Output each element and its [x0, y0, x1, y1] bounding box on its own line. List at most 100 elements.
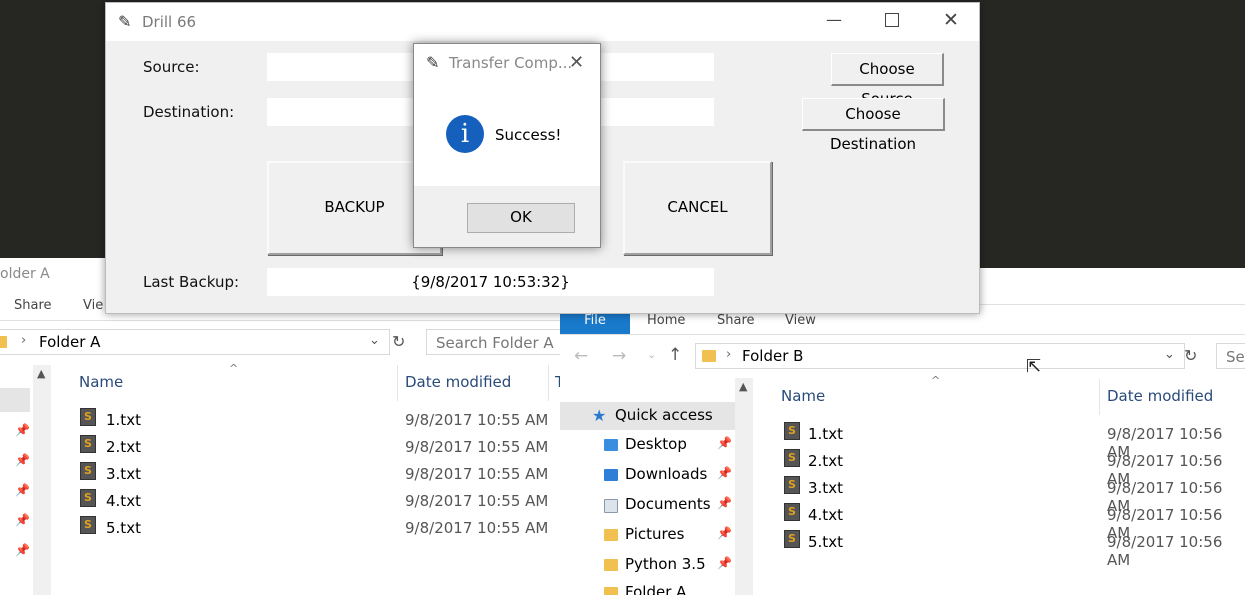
- file-row[interactable]: S 3.txt 9/8/2017 10:56 AM: [784, 476, 1245, 515]
- folder-icon: [604, 587, 618, 595]
- maximize-icon[interactable]: [885, 13, 899, 27]
- pin-icon[interactable]: 📌: [15, 543, 30, 557]
- feather-icon: ✎: [118, 12, 132, 31]
- refresh-icon[interactable]: ↻: [1184, 346, 1197, 365]
- file-name: 3.txt: [106, 465, 141, 483]
- minimize-icon[interactable]: —: [826, 10, 842, 29]
- file-row[interactable]: S 5.txt 9/8/2017 10:55 AM: [80, 516, 560, 543]
- pin-icon[interactable]: 📌: [15, 453, 30, 467]
- pin-icon[interactable]: 📌: [717, 526, 732, 540]
- chevron-down-icon[interactable]: ⌄: [369, 333, 380, 348]
- pin-icon[interactable]: 📌: [15, 513, 30, 527]
- file-row[interactable]: S 2.txt 9/8/2017 10:55 AM: [80, 435, 560, 462]
- column-divider[interactable]: [397, 365, 398, 401]
- pin-icon[interactable]: 📌: [717, 436, 732, 450]
- file-row[interactable]: S 2.txt 9/8/2017 10:56 AM: [784, 449, 1245, 488]
- search-input[interactable]: Sea: [1216, 343, 1245, 369]
- sublime-text-file-icon: S: [784, 476, 800, 494]
- back-arrow-icon[interactable]: ←: [574, 346, 588, 366]
- cancel-button[interactable]: CANCEL: [623, 161, 772, 255]
- title-bar[interactable]: [106, 3, 979, 41]
- file-name: 1.txt: [106, 411, 141, 429]
- close-icon[interactable]: ✕: [569, 52, 584, 73]
- up-arrow-icon[interactable]: ↑: [668, 345, 682, 365]
- sublime-text-file-icon: S: [80, 408, 96, 426]
- file-row[interactable]: S 1.txt 9/8/2017 10:56 AM: [784, 422, 1245, 461]
- search-placeholder: Sea: [1226, 348, 1245, 366]
- sublime-text-file-icon: S: [784, 422, 800, 440]
- tab-share[interactable]: Share: [14, 298, 52, 313]
- file-row[interactable]: S 1.txt 9/8/2017 10:55 AM: [80, 408, 560, 435]
- sublime-text-file-icon: S: [784, 530, 800, 548]
- file-name: 5.txt: [808, 533, 843, 551]
- sublime-text-file-icon: S: [80, 489, 96, 507]
- ribbon-divider: [0, 320, 560, 321]
- column-divider[interactable]: [548, 365, 549, 401]
- pin-icon[interactable]: 📌: [15, 483, 30, 497]
- destination-label: Destination:: [143, 103, 235, 121]
- nav-scrollbar[interactable]: ▲: [33, 365, 51, 595]
- window-title: older A: [0, 266, 50, 282]
- file-name: 2.txt: [808, 452, 843, 470]
- nav-selected-item[interactable]: [0, 388, 30, 412]
- nav-item-label: Pictures: [625, 525, 685, 543]
- tab-home[interactable]: Home: [647, 313, 685, 328]
- refresh-icon[interactable]: ↻: [392, 332, 405, 351]
- last-backup-value: {9/8/2017 10:53:32}: [267, 268, 714, 296]
- column-header-date-modified[interactable]: Date modified: [405, 373, 511, 391]
- dialog-message: Success!: [495, 126, 562, 144]
- search-input[interactable]: Search Folder A: [426, 329, 566, 355]
- pictures-folder-icon: [604, 529, 618, 541]
- chevron-down-icon[interactable]: ⌄: [1164, 347, 1175, 362]
- pin-icon[interactable]: 📌: [15, 423, 30, 437]
- pin-icon[interactable]: 📌: [717, 496, 732, 510]
- choose-destination-button[interactable]: Choose Destination: [802, 98, 945, 153]
- file-row[interactable]: S 3.txt 9/8/2017 10:55 AM: [80, 462, 560, 489]
- choose-source-button[interactable]: Choose Source: [831, 53, 944, 108]
- feather-icon: ✎: [426, 53, 440, 72]
- file-date: 9/8/2017 10:55 AM: [405, 465, 549, 483]
- sublime-text-file-icon: S: [784, 503, 800, 521]
- file-name: 4.txt: [106, 492, 141, 510]
- address-bar[interactable]: › Folder A ⌄: [0, 329, 390, 355]
- window-title: Drill 66: [142, 13, 197, 31]
- close-icon[interactable]: ✕: [943, 9, 959, 31]
- column-header-date-modified[interactable]: Date modified: [1107, 387, 1213, 405]
- recent-locations-icon[interactable]: ⌄: [647, 348, 656, 361]
- address-bar[interactable]: › Folder B ⌄: [695, 343, 1185, 369]
- file-date: 9/8/2017 10:56 AM: [1107, 533, 1223, 569]
- nav-item-folder-a[interactable]: Folder A: [604, 583, 724, 595]
- pin-icon[interactable]: 📌: [717, 466, 732, 480]
- star-icon: ★: [592, 406, 607, 425]
- sort-ascending-icon: ^: [229, 362, 239, 375]
- file-row[interactable]: S 4.txt 9/8/2017 10:56 AM: [784, 503, 1245, 542]
- address-path: Folder A: [39, 333, 101, 351]
- folder-icon: [0, 336, 7, 348]
- sublime-text-file-icon: S: [80, 516, 96, 534]
- column-header-name[interactable]: Name: [781, 387, 825, 405]
- tab-share[interactable]: Share: [717, 313, 755, 328]
- scroll-up-icon[interactable]: ▲: [37, 367, 45, 380]
- tab-view[interactable]: View: [785, 313, 816, 328]
- file-name: 5.txt: [106, 519, 141, 537]
- file-date: 9/8/2017 10:55 AM: [405, 438, 549, 456]
- scroll-up-icon[interactable]: ▲: [739, 380, 747, 393]
- mouse-cursor-icon: ⇱: [1026, 356, 1042, 377]
- forward-arrow-icon[interactable]: →: [612, 346, 626, 366]
- transfer-complete-dialog: ✎ Transfer Comp... ✕ i Success! OK: [413, 43, 601, 248]
- file-row[interactable]: S 5.txt 9/8/2017 10:56 AM: [784, 530, 1245, 569]
- nav-item-label: Python 3.5: [625, 555, 706, 573]
- address-path: Folder B: [742, 347, 804, 365]
- ribbon-divider: [560, 334, 1245, 335]
- column-divider[interactable]: [1099, 379, 1100, 415]
- column-header-name[interactable]: Name: [79, 373, 123, 391]
- ok-button[interactable]: OK: [467, 203, 575, 233]
- file-name: 1.txt: [808, 425, 843, 443]
- nav-scrollbar[interactable]: ▲: [735, 378, 753, 595]
- pin-icon[interactable]: 📌: [717, 556, 732, 570]
- explorer-window-folder-b: File Home Share View ← → ⌄ ↑ › Folder B …: [560, 268, 1245, 595]
- nav-item-label: Quick access: [615, 406, 713, 424]
- file-row[interactable]: S 4.txt 9/8/2017 10:55 AM: [80, 489, 560, 516]
- nav-item-label: Desktop: [625, 435, 687, 453]
- tab-view[interactable]: Vie: [83, 298, 103, 313]
